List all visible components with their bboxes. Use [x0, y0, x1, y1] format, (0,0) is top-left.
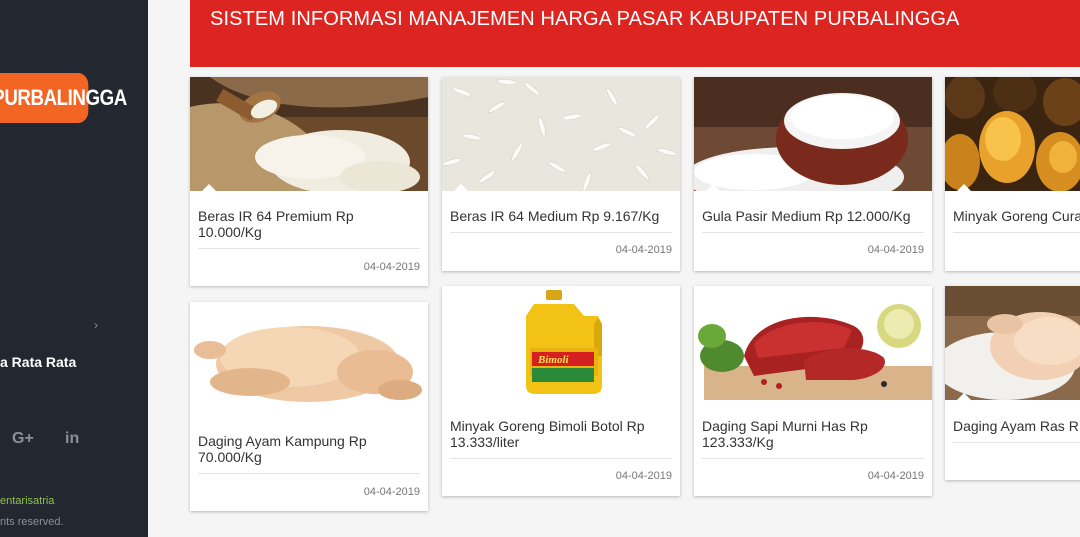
oil-packs-image [945, 77, 1080, 191]
product-card[interactable]: Daging Sapi Murni Has Rp 123.333/Kg 04-0… [694, 286, 932, 496]
footer-credit-link[interactable]: entarisatria [0, 495, 54, 507]
divider [953, 232, 1080, 233]
bimoli-bottle-image: Bimoli [442, 286, 680, 400]
rice-sack-image [190, 77, 428, 191]
card-notch [706, 184, 720, 191]
divider [702, 458, 924, 459]
product-date: 04-04-2019 [363, 261, 420, 273]
page-header: SISTEM INFORMASI MANAJEMEN HARGA PASAR K… [190, 0, 1080, 67]
google-plus-icon[interactable]: G+ [12, 430, 34, 448]
product-date: 04-04-2019 [615, 244, 672, 256]
product-card[interactable]: Gula Pasir Medium Rp 12.000/Kg 04-04-201… [694, 77, 932, 271]
card-notch [957, 184, 971, 191]
product-title[interactable]: Daging Ayam Ras R [953, 418, 1080, 434]
product-title[interactable]: Minyak Goreng Bimoli Botol Rp 13.333/lit… [450, 418, 672, 450]
product-card[interactable]: Bimoli Minyak Goreng Bimoli Botol Rp 13.… [442, 286, 680, 496]
whole-chicken-image [190, 302, 428, 416]
chevron-right-icon[interactable]: › [94, 318, 98, 332]
divider [450, 232, 672, 233]
rice-grains-image [442, 77, 680, 191]
product-title[interactable]: Gula Pasir Medium Rp 12.000/Kg [702, 208, 924, 224]
product-title[interactable]: Daging Sapi Murni Has Rp 123.333/Kg [702, 418, 924, 450]
linkedin-icon[interactable]: in [65, 430, 79, 448]
product-title[interactable]: Minyak Goreng Cura [953, 208, 1080, 224]
product-title[interactable]: Beras IR 64 Premium Rp 10.000/Kg [198, 208, 420, 240]
product-title[interactable]: Daging Ayam Kampung Rp 70.000/Kg [198, 433, 420, 465]
sidebar-item-harga-rata-rata[interactable]: a Rata Rata [0, 354, 76, 370]
product-card[interactable]: Beras IR 64 Premium Rp 10.000/Kg 04-04-2… [190, 77, 428, 286]
divider [953, 442, 1080, 443]
card-notch [957, 393, 971, 400]
divider [450, 458, 672, 459]
product-card[interactable]: Daging Ayam Ras R [945, 286, 1080, 480]
sugar-bowl-image [694, 77, 932, 191]
divider [198, 473, 420, 474]
beef-image [694, 286, 932, 400]
chicken-ras-image [945, 286, 1080, 400]
product-date: 04-04-2019 [867, 244, 924, 256]
sidebar: PURBALINGGA › a Rata Rata G+ in entarisa… [0, 0, 148, 537]
bimoli-brand-text: Bimoli [537, 354, 570, 366]
product-date: 04-04-2019 [615, 470, 672, 482]
footer-copyright: nts reserved. [0, 516, 64, 528]
card-notch [202, 184, 216, 191]
product-card[interactable]: Daging Ayam Kampung Rp 70.000/Kg 04-04-2… [190, 302, 428, 511]
site-logo[interactable]: PURBALINGGA [0, 73, 127, 123]
product-card[interactable]: Minyak Goreng Cura [945, 77, 1080, 271]
product-date: 04-04-2019 [363, 486, 420, 498]
product-card[interactable]: Beras IR 64 Medium Rp 9.167/Kg 04-04-201… [442, 77, 680, 271]
product-date: 04-04-2019 [867, 470, 924, 482]
card-notch [202, 409, 216, 416]
card-notch [454, 184, 468, 191]
product-title[interactable]: Beras IR 64 Medium Rp 9.167/Kg [450, 208, 672, 224]
page-title: SISTEM INFORMASI MANAJEMEN HARGA PASAR K… [210, 8, 960, 30]
divider [702, 232, 924, 233]
divider [198, 248, 420, 249]
